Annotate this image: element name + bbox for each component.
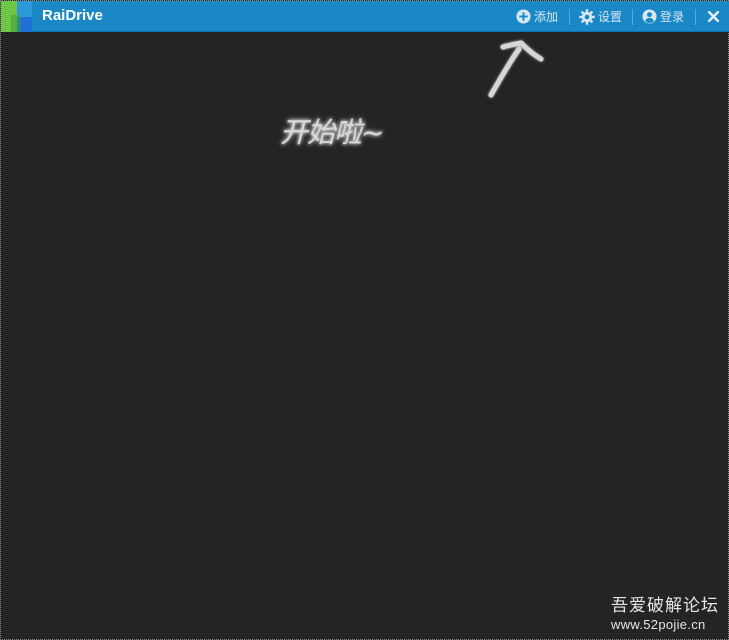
raidrive-logo-icon [1,1,32,32]
settings-button[interactable]: 设置 [579,7,622,26]
gear-icon [579,8,595,25]
user-circle-icon [642,9,657,24]
title-bar[interactable]: RaiDrive 添加 设置 登录 [1,1,729,32]
getting-started-hint: 开始啦~ [280,116,384,149]
toolbar-divider [695,9,696,25]
hand-drawn-arrow-icon [488,40,544,98]
raidrive-window: RaiDrive 添加 设置 登录 开始啦~ 吾爱破解论坛 www.52poji… [0,0,729,640]
watermark-site-name: 吾爱破解论坛 [611,596,719,616]
app-title: RaiDrive [42,7,103,24]
plus-circle-icon [516,9,531,24]
add-button-label: 添加 [534,10,559,24]
close-button[interactable] [704,7,722,26]
add-button[interactable]: 添加 [516,7,558,26]
login-button[interactable]: 登录 [642,7,684,26]
settings-button-label: 设置 [598,10,623,24]
toolbar-divider [569,9,570,25]
watermark: 吾爱破解论坛 www.52pojie.cn [611,595,719,633]
close-icon [707,11,719,22]
watermark-url: www.52pojie.cn [611,617,706,632]
login-button-label: 登录 [660,10,685,24]
toolbar-divider [632,9,633,25]
